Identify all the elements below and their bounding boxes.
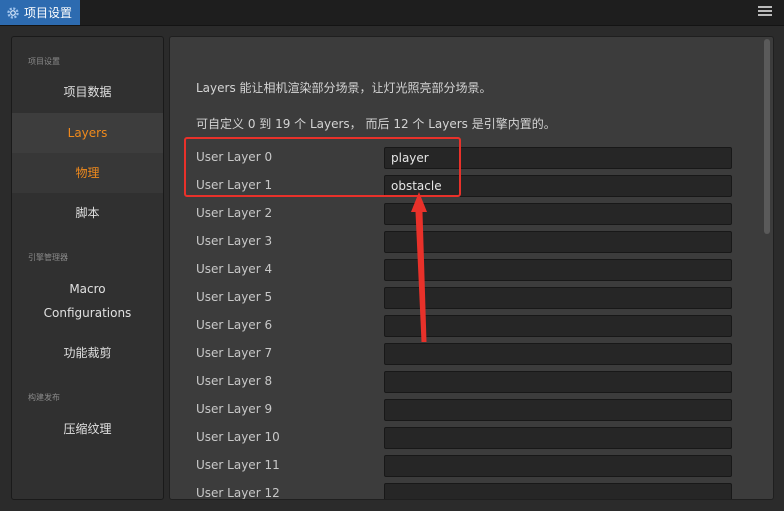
layers-panel: Layers 能让相机渲染部分场景，让灯光照亮部分场景。 可自定义 0 到 19…: [169, 36, 774, 500]
layer-label: User Layer 6: [196, 318, 273, 332]
layer-name-input[interactable]: [384, 147, 732, 169]
tab-project-settings[interactable]: 项目设置: [0, 0, 80, 25]
sidebar-item-macro-configurations[interactable]: Macro Configurations: [12, 275, 163, 327]
layer-label: User Layer 5: [196, 290, 273, 304]
layer-label: User Layer 2: [196, 206, 273, 220]
sidebar-item-physics[interactable]: 物理: [12, 153, 163, 193]
layer-name-input[interactable]: [384, 343, 732, 365]
sidebar-item-scripts[interactable]: 脚本: [12, 193, 163, 233]
layer-label: User Layer 12: [196, 486, 280, 500]
layer-name-input[interactable]: [384, 175, 732, 197]
layer-name-input[interactable]: [384, 399, 732, 421]
vertical-scrollbar[interactable]: [764, 39, 770, 234]
title-bar: 项目设置: [0, 0, 784, 26]
hamburger-menu-icon[interactable]: [758, 4, 772, 18]
settings-sidebar: 项目设置 项目数据 Layers 物理 脚本 引擎管理器 Macro Confi…: [11, 36, 164, 500]
sidebar-item-feature-cropping[interactable]: 功能裁剪: [12, 333, 163, 373]
layer-label: User Layer 7: [196, 346, 273, 360]
layer-name-input[interactable]: [384, 455, 732, 477]
group-title-build: 构建发布: [28, 393, 60, 402]
sidebar-item-project-data[interactable]: 项目数据: [12, 72, 163, 112]
gear-icon: [7, 6, 19, 19]
layer-label: User Layer 9: [196, 402, 273, 416]
layer-name-input[interactable]: [384, 231, 732, 253]
layer-name-input[interactable]: [384, 315, 732, 337]
layer-name-input[interactable]: [384, 287, 732, 309]
tab-title: 项目设置: [24, 6, 73, 20]
layer-label: User Layer 1: [196, 178, 273, 192]
sidebar-item-texture-compression[interactable]: 压缩纹理: [12, 409, 163, 449]
layers-count-description: 可自定义 0 到 19 个 Layers， 而后 12 个 Layers 是引擎…: [196, 117, 556, 131]
layer-label: User Layer 8: [196, 374, 273, 388]
layer-name-input[interactable]: [384, 203, 732, 225]
group-title-project: 项目设置: [28, 57, 60, 66]
layer-name-input[interactable]: [384, 259, 732, 281]
sidebar-item-layers[interactable]: Layers: [12, 113, 163, 153]
group-title-engine: 引擎管理器: [28, 253, 68, 262]
layers-description: Layers 能让相机渲染部分场景，让灯光照亮部分场景。: [196, 81, 492, 95]
layer-name-input[interactable]: [384, 483, 732, 499]
layer-label: User Layer 4: [196, 262, 273, 276]
layer-label: User Layer 0: [196, 150, 273, 164]
layer-label: User Layer 10: [196, 430, 280, 444]
layer-name-input[interactable]: [384, 371, 732, 393]
layer-label: User Layer 11: [196, 458, 280, 472]
layer-label: User Layer 3: [196, 234, 273, 248]
layer-name-input[interactable]: [384, 427, 732, 449]
